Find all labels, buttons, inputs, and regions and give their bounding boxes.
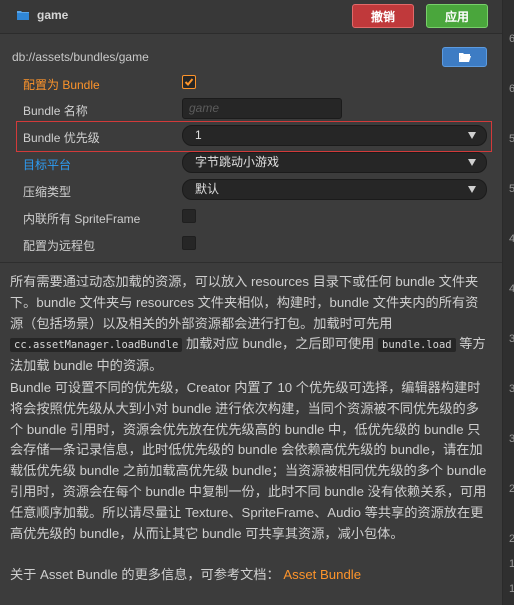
inspector-header: game 撤销 应用 — [0, 0, 502, 34]
is-bundle-checkbox[interactable] — [182, 75, 196, 89]
target-platform-label: 目标平台 — [23, 158, 72, 172]
prop-row-target-platform: 目标平台 字节跳动小游戏 — [0, 150, 502, 176]
strip-number: 6 — [509, 33, 514, 45]
asset-path: db://assets/bundles/game — [12, 50, 149, 64]
prop-row-inline-spriteframes: 内联所有 SpriteFrame — [0, 204, 502, 230]
doc-text: 关于 Asset Bundle 的更多信息，可参考文档： — [10, 567, 280, 582]
strip-number: 1 — [509, 583, 514, 595]
compression-label: 压缩类型 — [23, 185, 72, 199]
target-platform-value: 字节跳动小游戏 — [195, 155, 280, 169]
compression-select[interactable]: 默认 — [182, 179, 487, 200]
prop-row-remote: 配置为远程包 — [0, 231, 502, 257]
folder-icon — [17, 11, 29, 20]
apply-button[interactable]: 应用 — [426, 4, 488, 28]
doc-paragraph-3: 关于 Asset Bundle 的更多信息，可参考文档： Asset Bundl… — [10, 565, 490, 586]
remote-checkbox[interactable] — [182, 236, 196, 250]
cancel-button[interactable]: 撤销 — [352, 4, 414, 28]
strip-number: 4 — [509, 283, 514, 295]
strip-number: 2 — [509, 533, 514, 545]
chevron-down-icon — [468, 186, 476, 193]
inline-spriteframes-checkbox[interactable] — [182, 209, 196, 223]
asset-bundle-doc-link[interactable]: Asset Bundle — [283, 567, 361, 582]
prop-row-compression: 压缩类型 默认 — [0, 177, 502, 203]
prop-row-bundle-name: Bundle 名称 game — [0, 96, 502, 122]
open-folder-button[interactable] — [442, 47, 487, 67]
chevron-down-icon — [468, 159, 476, 166]
adjacent-panel-strip: 6 6 5 5 4 4 3 3 3 2 2 1 1 — [503, 0, 514, 605]
section-divider — [0, 262, 502, 263]
bundle-name-input[interactable]: game — [182, 98, 342, 119]
inline-spriteframes-label: 内联所有 SpriteFrame — [23, 212, 141, 226]
code-snippet: cc.assetManager.loadBundle — [10, 338, 183, 353]
strip-number: 5 — [509, 183, 514, 195]
is-bundle-label: 配置为 Bundle — [23, 78, 100, 92]
prop-row-is-bundle: 配置为 Bundle — [0, 70, 502, 96]
strip-number: 3 — [509, 333, 514, 345]
bundle-name-label: Bundle 名称 — [23, 104, 88, 118]
doc-text: 所有需要通过动态加载的资源，可以放入 resources 目录下或任何 bund… — [10, 274, 479, 331]
checkmark-icon — [184, 78, 194, 86]
strip-number: 2 — [509, 483, 514, 495]
strip-number: 6 — [509, 83, 514, 95]
remote-label: 配置为远程包 — [23, 239, 96, 253]
open-folder-icon — [459, 53, 471, 62]
doc-text: 加载对应 bundle，之后即可使用 — [186, 336, 375, 352]
bundle-inspector-panel: game 撤销 应用 db://assets/bundles/game 配置为 … — [0, 0, 503, 605]
strip-number: 5 — [509, 133, 514, 145]
strip-number: 3 — [509, 383, 514, 395]
strip-number: 4 — [509, 233, 514, 245]
compression-value: 默认 — [195, 182, 220, 196]
priority-highlight-box — [16, 121, 492, 152]
strip-number: 3 — [509, 433, 514, 445]
asset-title: game — [37, 8, 69, 22]
target-platform-select[interactable]: 字节跳动小游戏 — [182, 152, 487, 173]
strip-number: 1 — [509, 558, 514, 570]
doc-paragraph-2: Bundle 可设置不同的优先级，Creator 内置了 10 个优先级可选择，… — [10, 380, 487, 541]
doc-paragraph-1: 所有需要通过动态加载的资源，可以放入 resources 目录下或任何 bund… — [10, 272, 490, 377]
code-snippet: bundle.load — [378, 338, 456, 353]
